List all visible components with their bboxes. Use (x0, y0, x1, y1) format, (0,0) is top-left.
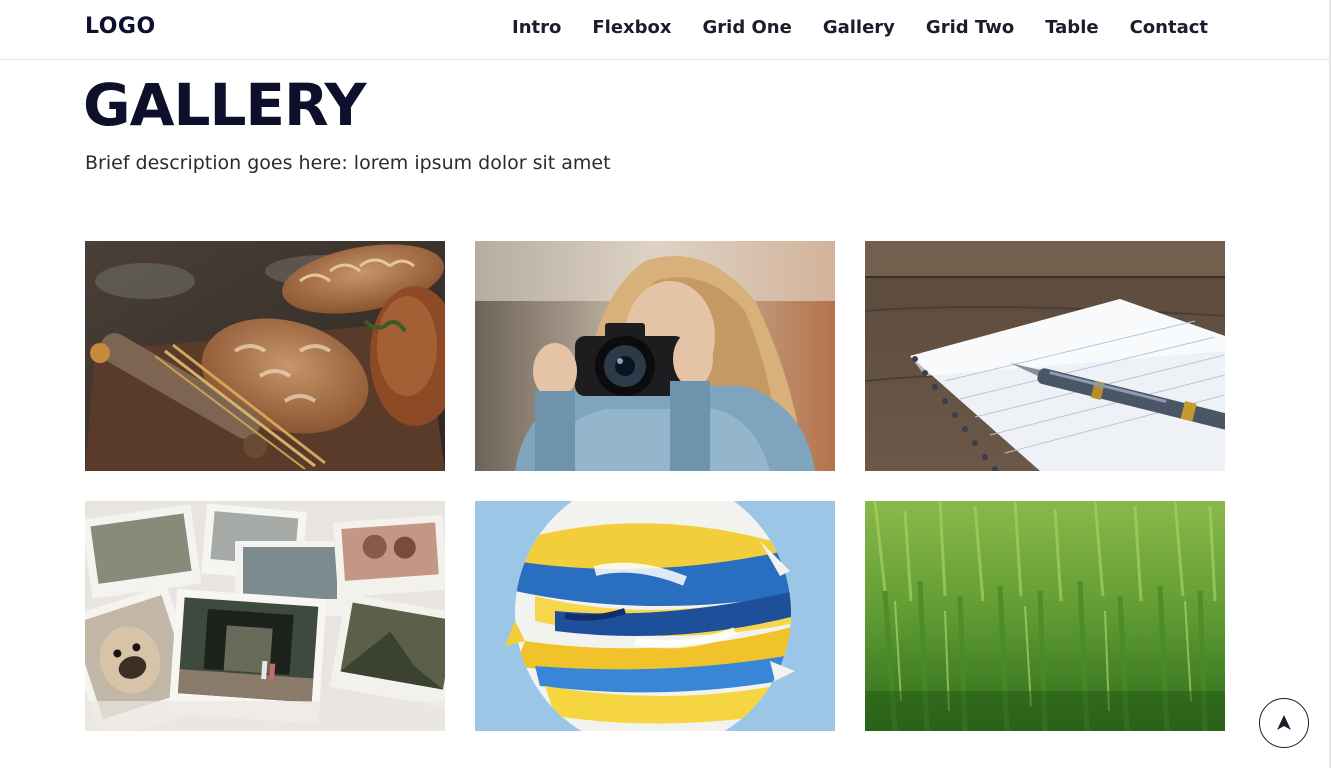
arrow-up-icon (1277, 715, 1291, 730)
nav-link-grid-two[interactable]: Grid Two (926, 17, 1014, 38)
image-gallery (85, 241, 1225, 731)
page-description: Brief description goes here: lorem ipsum… (85, 152, 611, 174)
nav-link-flexbox[interactable]: Flexbox (592, 17, 671, 38)
gallery-image-paint-sphere[interactable] (475, 501, 835, 731)
page-title: GALLERY (83, 71, 367, 139)
back-to-top-button[interactable] (1259, 698, 1309, 748)
gallery-image-polaroids[interactable] (85, 501, 445, 731)
gallery-image-bread[interactable] (85, 241, 445, 471)
paint-sphere-image (475, 501, 835, 731)
nav-link-table[interactable]: Table (1045, 17, 1098, 38)
nav-link-intro[interactable]: Intro (512, 17, 561, 38)
notebook-image (865, 241, 1225, 471)
site-logo[interactable]: LOGO (85, 14, 156, 39)
bread-image (85, 241, 445, 471)
grass-image (865, 501, 1225, 731)
gallery-image-camera[interactable] (475, 241, 835, 471)
nav-link-grid-one[interactable]: Grid One (703, 17, 792, 38)
nav-link-contact[interactable]: Contact (1130, 17, 1208, 38)
main-nav: Intro Flexbox Grid One Gallery Grid Two … (512, 17, 1208, 38)
gallery-image-notebook[interactable] (865, 241, 1225, 471)
top-navbar: LOGO Intro Flexbox Grid One Gallery Grid… (0, 0, 1329, 60)
polaroids-image (85, 501, 445, 731)
gallery-image-grass[interactable] (865, 501, 1225, 731)
nav-link-gallery[interactable]: Gallery (823, 17, 895, 38)
camera-image (475, 241, 835, 471)
